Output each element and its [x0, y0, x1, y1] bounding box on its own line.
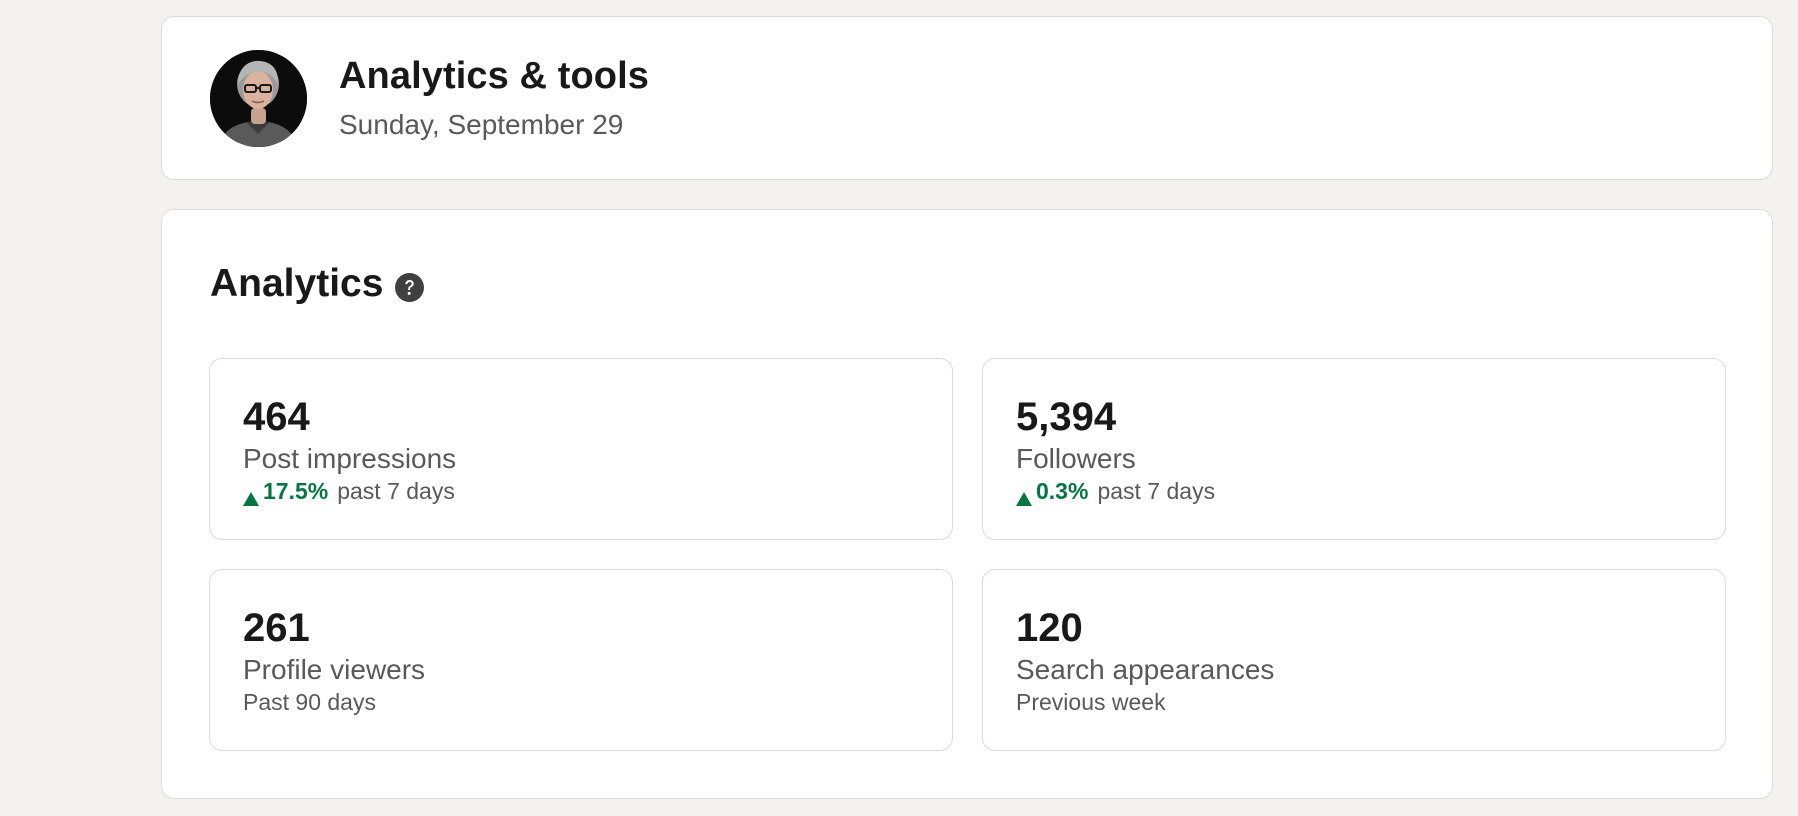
- stat-tile-search-appearances[interactable]: 120 Search appearances Previous week: [982, 569, 1726, 751]
- analytics-title: Analytics: [210, 262, 384, 305]
- stat-label: Profile viewers: [243, 654, 426, 685]
- stat-label: Post impressions: [243, 443, 457, 474]
- stat-value: 120: [1016, 606, 1083, 650]
- stat-tile-post-impressions[interactable]: 464 Post impressions 17.5% past 7 days: [209, 358, 953, 540]
- trend-percentage: 0.3%: [1036, 478, 1089, 504]
- stat-label: Search appearances: [1016, 654, 1275, 685]
- profile-photo-icon: [210, 50, 307, 147]
- trend-period: past 7 days: [1097, 478, 1216, 504]
- stat-trend: 17.5% past 7 days: [243, 478, 455, 506]
- question-circle-icon[interactable]: [395, 272, 425, 302]
- trend-percentage: 17.5%: [263, 478, 329, 504]
- trend-period: past 7 days: [337, 478, 455, 504]
- analytics-heading: Analytics: [210, 262, 425, 306]
- analytics-tools-header-card: Analytics & tools Sunday, September 29: [161, 16, 1773, 180]
- analytics-card: Analytics 464 Post impressions 17.5% pas…: [161, 209, 1773, 799]
- current-date: Sunday, September 29: [339, 109, 624, 140]
- avatar[interactable]: [210, 50, 307, 147]
- triangle-up-icon: [243, 485, 259, 506]
- stat-value: 464: [243, 395, 310, 439]
- stat-trend: 0.3% past 7 days: [1016, 478, 1216, 506]
- stat-tile-profile-viewers[interactable]: 261 Profile viewers Past 90 days: [209, 569, 953, 751]
- page-title: Analytics & tools: [339, 55, 649, 97]
- triangle-up-icon: [1016, 485, 1032, 506]
- stat-period: Previous week: [1016, 689, 1166, 715]
- stat-period: Past 90 days: [243, 689, 376, 715]
- stat-tile-followers[interactable]: 5,394 Followers 0.3% past 7 days: [982, 358, 1726, 540]
- stat-value: 261: [243, 606, 310, 650]
- stat-label: Followers: [1016, 443, 1136, 474]
- stat-value: 5,394: [1016, 395, 1117, 439]
